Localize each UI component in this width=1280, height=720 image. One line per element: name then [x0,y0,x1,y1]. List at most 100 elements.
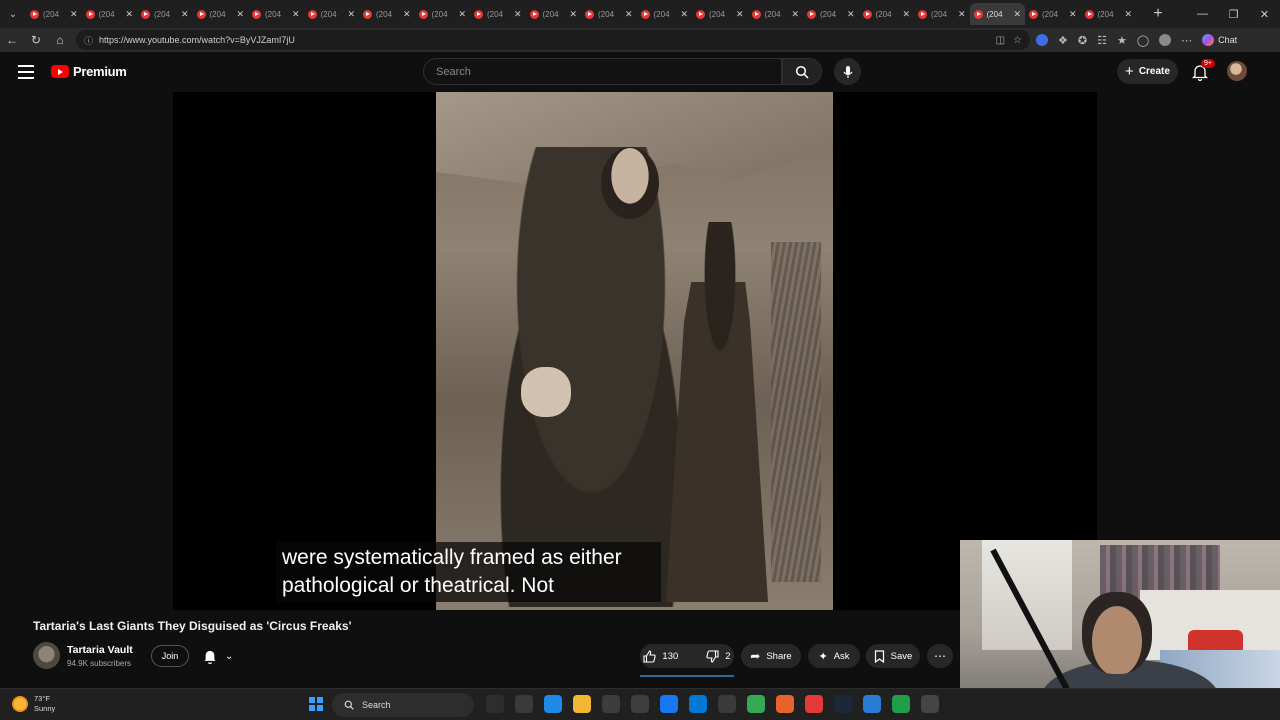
channel-avatar[interactable] [33,642,60,669]
dislike-button[interactable]: 2 [698,644,738,668]
join-button[interactable]: Join [151,645,189,667]
create-button[interactable]: + Create [1117,59,1178,84]
taskbar-app-icon[interactable] [602,695,620,713]
browser-tab[interactable]: (204 ✕ [637,3,693,25]
browser-tab[interactable]: (204 ✕ [526,3,582,25]
tab-close-icon[interactable]: ✕ [680,9,688,20]
address-bar[interactable]: ⓘ https://www.youtube.com/watch?v=ByVJZa… [76,30,1030,50]
tab-close-icon[interactable]: ✕ [292,9,300,20]
back-icon[interactable]: ← [0,28,24,52]
taskbar-search[interactable]: Search [332,693,474,717]
voice-search-button[interactable] [834,58,861,85]
tab-close-icon[interactable]: ✕ [1013,9,1021,20]
tab-close-icon[interactable]: ✕ [458,9,466,20]
like-button[interactable]: 130 [635,644,686,668]
tab-close-icon[interactable]: ✕ [514,9,522,20]
tab-close-icon[interactable]: ✕ [70,9,78,20]
browser-tab[interactable]: (204 ✕ [415,3,471,25]
windows-start-icon[interactable] [309,697,323,711]
browser-tab[interactable]: (204 ✕ [969,3,1025,25]
save-button[interactable]: Save [866,644,920,668]
tab-close-icon[interactable]: ✕ [347,9,355,20]
ask-button[interactable]: ✦ Ask [808,644,860,668]
tab-close-icon[interactable]: ✕ [736,9,744,20]
browser-tab[interactable]: (204 ✕ [914,3,970,25]
more-menu-icon[interactable]: ⋯ [1181,34,1192,47]
share-button[interactable]: ➦ Share [741,644,801,668]
site-info-icon[interactable]: ⓘ [84,34,93,47]
taskbar-app-icon[interactable] [544,695,562,713]
minimize-icon[interactable]: — [1187,0,1218,28]
taskbar-app-icon[interactable] [776,695,794,713]
tab-close-icon[interactable]: ✕ [569,9,577,20]
browser-tab[interactable]: (204 ✕ [193,3,249,25]
tab-title: (204 [209,9,226,19]
favorites-icon[interactable]: ★ [1117,34,1127,47]
pin-extension-icon[interactable]: ❖ [1058,34,1068,47]
tab-close-icon[interactable]: ✕ [958,9,966,20]
split-screen-icon[interactable]: ◫ [996,35,1005,46]
browser-tab[interactable]: (204 ✕ [692,3,748,25]
browser-tab[interactable]: (204 ✕ [1081,3,1137,25]
tab-close-icon[interactable]: ✕ [125,9,133,20]
taskbar-app-icon[interactable] [660,695,678,713]
taskbar-app-icon[interactable] [863,695,881,713]
account-avatar[interactable] [1227,61,1247,81]
taskbar-app-icon[interactable] [834,695,852,713]
share-arrow-icon: ➦ [750,649,761,663]
taskbar-app-icon[interactable] [689,695,707,713]
browser-tab[interactable]: (204 ✕ [359,3,415,25]
restore-icon[interactable]: ❐ [1218,0,1249,28]
tab-close-icon[interactable]: ✕ [1069,9,1077,20]
refresh-icon[interactable]: ↻ [24,28,48,52]
taskbar-app-icon[interactable] [631,695,649,713]
youtube-premium-logo[interactable]: Premium [51,64,127,79]
browser-tab[interactable]: (204 ✕ [304,3,360,25]
browser-tab[interactable]: (204 ✕ [581,3,637,25]
copilot-chat-button[interactable]: Chat [1202,34,1237,46]
browser-tab[interactable]: (204 ✕ [859,3,915,25]
taskbar-app-icon[interactable] [921,695,939,713]
more-actions-button[interactable]: ⋯ [927,644,953,668]
taskbar-app-icon[interactable] [573,695,591,713]
taskbar-app-icon[interactable] [805,695,823,713]
search-input[interactable]: Search [423,58,782,85]
extensions-icon[interactable]: ✪ [1078,34,1087,47]
collections-icon[interactable]: ☷ [1097,34,1107,47]
video-player[interactable]: were systematically framed as either pat… [173,92,1097,610]
tab-close-icon[interactable]: ✕ [403,9,411,20]
tab-close-icon[interactable]: ✕ [847,9,855,20]
menu-icon[interactable] [18,65,34,79]
tab-close-icon[interactable]: ✕ [1124,9,1132,20]
browser-tab[interactable]: (204 ✕ [26,3,82,25]
subscription-bell-button[interactable]: ⌄ [199,645,245,667]
taskbar-app-icon[interactable] [892,695,910,713]
taskbar-app-icon[interactable] [718,695,736,713]
tab-actions-chevron-icon[interactable]: ⌄ [0,0,26,28]
browser-tab[interactable]: (204 ✕ [470,3,526,25]
taskbar-app-icon[interactable] [747,695,765,713]
taskbar-app-icon[interactable] [515,695,533,713]
weather-widget[interactable]: 73°F Sunny [12,694,55,714]
browser-tab[interactable]: (204 ✕ [137,3,193,25]
new-tab-button[interactable]: + [1144,5,1172,23]
browser-tab[interactable]: (204 ✕ [748,3,804,25]
search-button[interactable] [782,58,822,85]
taskbar-app-icon[interactable] [486,695,504,713]
tab-close-icon[interactable]: ✕ [181,9,189,20]
tab-close-icon[interactable]: ✕ [902,9,910,20]
browser-tab[interactable]: (204 ✕ [1025,3,1081,25]
tab-close-icon[interactable]: ✕ [791,9,799,20]
tab-close-icon[interactable]: ✕ [625,9,633,20]
browser-tab[interactable]: (204 ✕ [82,3,138,25]
browser-tab[interactable]: (204 ✕ [803,3,859,25]
home-icon[interactable]: ⌂ [48,28,72,52]
browser-tab[interactable]: (204 ✕ [248,3,304,25]
close-window-icon[interactable]: ✕ [1249,0,1280,28]
favorite-star-icon[interactable]: ☆ [1013,35,1022,46]
profile-avatar[interactable] [1159,34,1172,46]
shield-icon[interactable]: ◯ [1137,34,1149,47]
tab-close-icon[interactable]: ✕ [236,9,244,20]
channel-name[interactable]: Tartaria Vault [67,644,133,656]
extension-icon[interactable] [1036,34,1048,46]
